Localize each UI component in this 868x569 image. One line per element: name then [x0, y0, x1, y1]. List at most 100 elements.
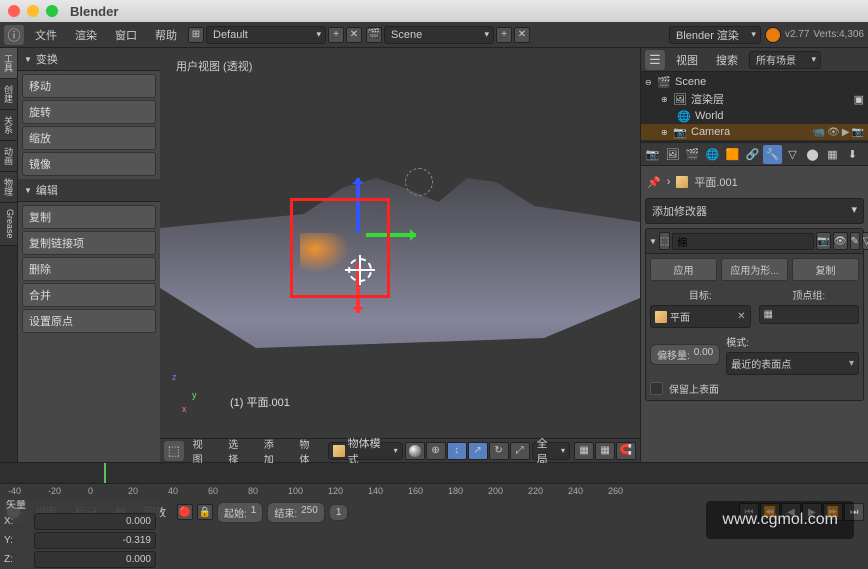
- menu-file[interactable]: 文件: [28, 24, 64, 46]
- prop-tab-constraints[interactable]: 🔗: [743, 145, 762, 164]
- mod-cage-toggle[interactable]: ▽: [862, 232, 868, 250]
- current-frame-field[interactable]: 1: [329, 504, 349, 521]
- manipulator-translate[interactable]: ↗: [468, 442, 488, 460]
- tab-tools[interactable]: 工具: [0, 48, 17, 79]
- menu-window[interactable]: 窗口: [108, 24, 144, 46]
- outliner-search-menu[interactable]: 搜索: [709, 49, 745, 71]
- transform-header[interactable]: 变换: [18, 48, 160, 71]
- prop-tab-modifiers[interactable]: 🔧: [763, 145, 782, 164]
- pivot-dropdown[interactable]: ⊕: [426, 442, 446, 460]
- prop-tab-object[interactable]: 🟧: [723, 145, 742, 164]
- mod-editmode-toggle[interactable]: ✎: [850, 232, 860, 250]
- shading-dropdown[interactable]: [405, 442, 425, 460]
- tree-camera[interactable]: ⊕ 📷 Camera 📹 👁 ▶ 📷: [641, 124, 868, 140]
- layer-button-2[interactable]: ▦: [595, 442, 615, 460]
- prop-tab-data[interactable]: ▽: [783, 145, 802, 164]
- modifier-name-input[interactable]: [672, 233, 814, 250]
- timeline-cursor[interactable]: [104, 463, 106, 483]
- manipulator-toggle[interactable]: ↕: [447, 442, 467, 460]
- delete-button[interactable]: 删除: [22, 257, 156, 281]
- prop-tab-material[interactable]: ⬤: [803, 145, 822, 164]
- prop-tab-texture[interactable]: ▦: [823, 145, 842, 164]
- renderable-icon[interactable]: 📷: [852, 127, 864, 138]
- outliner-view-menu[interactable]: 视图: [669, 49, 705, 71]
- end-frame-field[interactable]: 结束:250: [267, 502, 324, 523]
- duplicate-linked-button[interactable]: 复制链接项: [22, 231, 156, 255]
- outliner-editor-icon[interactable]: ☰: [645, 50, 665, 70]
- modifier-apply-button[interactable]: 应用: [650, 258, 717, 281]
- manipulator-rotate[interactable]: ↻: [489, 442, 509, 460]
- mod-display-toggle[interactable]: 👁: [833, 232, 848, 250]
- pin-icon[interactable]: 📌: [647, 176, 661, 189]
- auto-keyframe-toggle[interactable]: 🔴: [177, 504, 193, 520]
- editor-type-icon[interactable]: ⓘ: [4, 25, 24, 45]
- prop-tab-world[interactable]: 🌐: [703, 145, 722, 164]
- scale-button[interactable]: 缩放: [22, 126, 156, 150]
- editor-type-3dview-icon[interactable]: ⬚: [164, 441, 184, 461]
- scene-browse-icon[interactable]: 🎬: [366, 27, 382, 43]
- edit-header[interactable]: 编辑: [18, 179, 160, 202]
- prop-tab-physics[interactable]: ⬇: [843, 145, 862, 164]
- camera-data-icon[interactable]: 📹: [813, 127, 825, 138]
- outliner-tree[interactable]: ⊖ 🎬 Scene ⊕ 🖼 渲染层 ▣ 🌐 World ⊕ 📷 Camera: [641, 72, 868, 142]
- offset-field[interactable]: 偏移量:0.00: [650, 344, 720, 365]
- tree-scene[interactable]: ⊖ 🎬 Scene: [641, 74, 868, 90]
- prop-tab-renderlayers[interactable]: 🖼: [663, 145, 682, 164]
- mode-dropdown[interactable]: 物体模式 ▾: [328, 442, 403, 460]
- mode-dropdown[interactable]: 最近的表面点▾: [726, 352, 859, 375]
- tab-animation[interactable]: 动画: [0, 141, 17, 172]
- mod-render-toggle[interactable]: 📷: [816, 232, 830, 250]
- maximize-window-button[interactable]: [46, 5, 58, 17]
- tab-create[interactable]: 创建: [0, 79, 17, 110]
- orientation-dropdown[interactable]: 全局▾: [532, 442, 570, 460]
- prop-tab-render[interactable]: 📷: [643, 145, 662, 164]
- timeline-ruler[interactable]: -40-200204060801001201401601802002202402…: [0, 484, 868, 500]
- rotate-button[interactable]: 旋转: [22, 100, 156, 124]
- screen-layout-dropdown[interactable]: Default: [206, 26, 326, 44]
- add-scene-button[interactable]: +: [496, 27, 512, 43]
- scene-icon: 🎬: [657, 75, 671, 89]
- modifier-apply-shape-button[interactable]: 应用为形...: [721, 258, 788, 281]
- add-layout-button[interactable]: +: [328, 27, 344, 43]
- menu-render[interactable]: 渲染: [68, 24, 104, 46]
- render-engine-dropdown[interactable]: Blender 渲染: [669, 26, 761, 44]
- selectable-icon[interactable]: ▶: [842, 127, 850, 138]
- start-frame-field[interactable]: 起始:1: [217, 502, 263, 523]
- renderlayer-extra-icon[interactable]: ▣: [854, 93, 864, 106]
- timeline-track[interactable]: [0, 463, 868, 484]
- join-button[interactable]: 合并: [22, 283, 156, 307]
- tab-grease[interactable]: Grease: [0, 203, 17, 246]
- close-window-button[interactable]: [8, 5, 20, 17]
- scene-dropdown[interactable]: Scene: [384, 26, 494, 44]
- lock-icon[interactable]: 🔒: [197, 504, 213, 520]
- remove-scene-button[interactable]: ✕: [514, 27, 530, 43]
- modifier-copy-button[interactable]: 复制: [792, 258, 859, 281]
- outliner-filter-dropdown[interactable]: 所有场景: [749, 51, 821, 69]
- screen-layout-icon[interactable]: ⊞: [188, 27, 204, 43]
- keep-above-checkbox[interactable]: [650, 382, 663, 395]
- clear-target-button[interactable]: ✕: [737, 311, 745, 322]
- tab-physics[interactable]: 物理: [0, 172, 17, 203]
- manipulator-scale[interactable]: ⤢: [510, 442, 530, 460]
- tab-relations[interactable]: 关系: [0, 110, 17, 141]
- add-modifier-dropdown[interactable]: 添加修改器▾: [645, 198, 864, 224]
- object-mode-icon: [333, 445, 345, 457]
- visibility-icon[interactable]: 👁: [827, 127, 840, 138]
- tree-renderlayers[interactable]: ⊕ 🖼 渲染层 ▣: [641, 90, 868, 108]
- vgroup-field[interactable]: ▦: [759, 305, 860, 324]
- duplicate-button[interactable]: 复制: [22, 205, 156, 229]
- mirror-button[interactable]: 镜像: [22, 152, 156, 176]
- snap-toggle[interactable]: 🧲: [616, 442, 636, 460]
- tree-world[interactable]: 🌐 World: [641, 108, 868, 124]
- prop-tab-scene[interactable]: 🎬: [683, 145, 702, 164]
- breadcrumb-object[interactable]: 平面.001: [694, 174, 737, 190]
- remove-layout-button[interactable]: ✕: [346, 27, 362, 43]
- modifier-expand-icon[interactable]: ▼: [649, 237, 657, 246]
- menu-help[interactable]: 帮助: [148, 24, 184, 46]
- 3d-viewport[interactable]: 用户视图 (透视) zyx (1) 平面.001: [160, 48, 640, 438]
- move-button[interactable]: 移动: [22, 74, 156, 98]
- target-field[interactable]: 平面 ✕: [650, 305, 751, 328]
- layer-button-1[interactable]: ▦: [574, 442, 594, 460]
- minimize-window-button[interactable]: [27, 5, 39, 17]
- set-origin-button[interactable]: 设置原点: [22, 309, 156, 333]
